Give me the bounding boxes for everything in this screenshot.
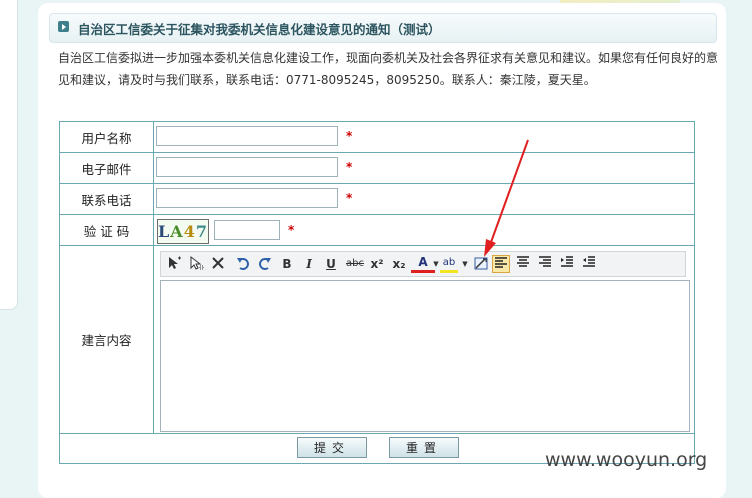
- phone-label: 联系电话: [59, 183, 154, 215]
- delete-icon[interactable]: [209, 255, 227, 273]
- captcha-image[interactable]: LA47: [157, 219, 209, 244]
- strikethrough-icon[interactable]: abc: [343, 255, 367, 273]
- select-icon[interactable]: [165, 255, 183, 273]
- notice-intro: 自治区工信委拟进一步加强本委机关信息化建设工作，现面向委机关及社会各界征求有关意…: [58, 51, 719, 87]
- email-input[interactable]: [156, 157, 338, 177]
- watermark: www.wooyun.org: [545, 449, 708, 471]
- required-mark: *: [346, 160, 353, 174]
- subscript-icon[interactable]: x₂: [390, 255, 408, 273]
- title-arrow-icon: [58, 21, 69, 32]
- outdent-icon[interactable]: [580, 255, 598, 273]
- italic-icon[interactable]: I: [300, 255, 318, 273]
- required-mark: *: [288, 223, 295, 237]
- username-label: 用户名称: [59, 121, 154, 153]
- superscript-icon[interactable]: x²: [368, 255, 386, 273]
- required-mark: *: [346, 129, 353, 143]
- underline-icon[interactable]: U: [322, 255, 340, 273]
- left-panel: [0, 0, 18, 310]
- phone-input[interactable]: [156, 188, 338, 208]
- notice-title: 自治区工信委关于征集对我委机关信息化建设意见的通知（测试）: [78, 22, 441, 37]
- content-label: 建言内容: [59, 245, 154, 434]
- captcha-input[interactable]: [214, 220, 280, 240]
- email-label: 电子邮件: [59, 152, 154, 184]
- editor-toolbar: B I U abc x² x₂ A ▼ ab ▼: [160, 251, 686, 277]
- captcha-label: 验 证 码: [59, 214, 154, 246]
- pointer-icon[interactable]: [187, 255, 205, 273]
- required-mark: *: [346, 191, 353, 205]
- username-input[interactable]: [156, 126, 338, 146]
- suggestion-form: 用户名称 * 电子邮件 * 联系电话 * 验 证 码 LA47 * 建言内容 B…: [59, 121, 695, 464]
- undo-icon[interactable]: [234, 255, 252, 273]
- bold-icon[interactable]: B: [278, 255, 296, 273]
- reset-button[interactable]: 重置: [389, 437, 459, 458]
- content-editor[interactable]: [160, 280, 690, 432]
- annotation-arrow: [484, 139, 529, 257]
- indent-icon[interactable]: [558, 255, 576, 273]
- submit-button[interactable]: 提交: [297, 437, 367, 458]
- redo-icon[interactable]: [256, 255, 274, 273]
